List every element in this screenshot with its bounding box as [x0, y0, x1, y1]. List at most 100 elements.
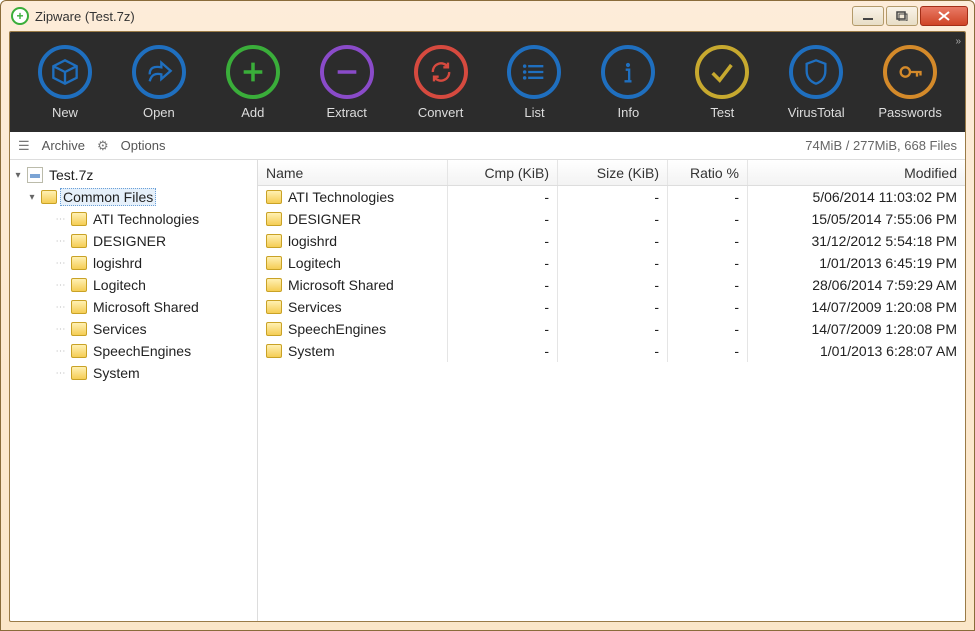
col-ratio[interactable]: Ratio % — [668, 160, 748, 185]
cell-name: Services — [288, 299, 342, 315]
tree-node-selected[interactable]: ▾ Common Files — [12, 186, 255, 208]
tree-guide: ⋯ — [54, 302, 68, 313]
virustotal-button[interactable]: VirusTotal — [771, 45, 861, 120]
add-button[interactable]: Add — [208, 45, 298, 120]
cell-size: - — [558, 340, 668, 362]
convert-button[interactable]: Convert — [396, 45, 486, 120]
minus-icon — [333, 58, 361, 86]
column-headers[interactable]: Name Cmp (KiB) Size (KiB) Ratio % Modifi… — [258, 160, 965, 186]
maximize-icon — [896, 11, 908, 21]
shield-icon — [802, 58, 830, 86]
new-button[interactable]: New — [20, 45, 110, 120]
tree-node-label: logishrd — [90, 255, 145, 271]
table-row[interactable]: DESIGNER---15/05/2014 7:55:06 PM — [258, 208, 965, 230]
tree-node-label: Common Files — [60, 188, 156, 206]
cell-ratio: - — [668, 208, 748, 230]
tree-guide: ⋯ — [54, 368, 68, 379]
test-button[interactable]: Test — [677, 45, 767, 120]
cell-cmp: - — [448, 252, 558, 274]
col-size[interactable]: Size (KiB) — [558, 160, 668, 185]
col-name[interactable]: Name — [258, 160, 448, 185]
cell-name: Microsoft Shared — [288, 277, 394, 293]
col-modified[interactable]: Modified — [748, 160, 965, 185]
file-list: Name Cmp (KiB) Size (KiB) Ratio % Modifi… — [258, 160, 965, 621]
maximize-button[interactable] — [886, 6, 918, 26]
cell-size: - — [558, 230, 668, 252]
cell-ratio: - — [668, 186, 748, 208]
passwords-button[interactable]: Passwords — [865, 45, 955, 120]
cell-modified: 14/07/2009 1:20:08 PM — [748, 318, 965, 340]
tree-root[interactable]: ▾ Test.7z — [12, 164, 255, 186]
cell-name: Logitech — [288, 255, 341, 271]
table-row[interactable]: ATI Technologies---5/06/2014 11:03:02 PM — [258, 186, 965, 208]
list-button[interactable]: List — [490, 45, 580, 120]
minimize-button[interactable] — [852, 6, 884, 26]
folder-icon — [266, 190, 282, 204]
tree-guide: ⋯ — [54, 258, 68, 269]
collapse-icon[interactable]: ▾ — [12, 170, 24, 181]
table-row[interactable]: Microsoft Shared---28/06/2014 7:59:29 AM — [258, 274, 965, 296]
open-button[interactable]: Open — [114, 45, 204, 120]
collapse-icon[interactable]: ▾ — [26, 192, 38, 203]
hamburger-icon: ☰ — [18, 138, 30, 154]
table-row[interactable]: Logitech---1/01/2013 6:45:19 PM — [258, 252, 965, 274]
cell-cmp: - — [448, 186, 558, 208]
tree-node[interactable]: ⋯Logitech — [12, 274, 255, 296]
main-toolbar: » New Open Add Extract Convert — [10, 32, 965, 132]
extract-button[interactable]: Extract — [302, 45, 392, 120]
tree-node[interactable]: ⋯DESIGNER — [12, 230, 255, 252]
tree-guide: ⋯ — [54, 236, 68, 247]
app-window: + Zipware (Test.7z) » New Open — [0, 0, 975, 631]
tree-guide: ⋯ — [54, 214, 68, 225]
key-icon — [896, 58, 924, 86]
table-row[interactable]: Services---14/07/2009 1:20:08 PM — [258, 296, 965, 318]
tree-guide: ⋯ — [54, 346, 68, 357]
toolbar-label: List — [524, 105, 544, 120]
cell-name: logishrd — [288, 233, 337, 249]
info-button[interactable]: Info — [583, 45, 673, 120]
cell-cmp: - — [448, 274, 558, 296]
folder-icon — [71, 344, 87, 358]
options-menu[interactable]: Options — [121, 138, 166, 153]
split-pane: ▾ Test.7z ▾ Common Files ⋯ATI Technologi… — [10, 160, 965, 621]
tree-node[interactable]: ⋯SpeechEngines — [12, 340, 255, 362]
gear-icon: ⚙ — [97, 138, 109, 154]
info-icon — [614, 58, 642, 86]
close-icon — [937, 10, 951, 22]
cell-name: System — [288, 343, 335, 359]
folder-icon — [71, 278, 87, 292]
folder-tree[interactable]: ▾ Test.7z ▾ Common Files ⋯ATI Technologi… — [10, 160, 258, 621]
tree-node-label: Logitech — [90, 277, 149, 293]
refresh-icon — [427, 58, 455, 86]
submenu-bar: ☰ Archive ⚙ Options 74MiB / 277MiB, 668 … — [10, 132, 965, 160]
cell-modified: 5/06/2014 11:03:02 PM — [748, 186, 965, 208]
cell-modified: 31/12/2012 5:54:18 PM — [748, 230, 965, 252]
cell-ratio: - — [668, 318, 748, 340]
check-icon — [708, 58, 736, 86]
archive-menu[interactable]: Archive — [42, 138, 85, 153]
cell-modified: 15/05/2014 7:55:06 PM — [748, 208, 965, 230]
table-row[interactable]: System---1/01/2013 6:28:07 AM — [258, 340, 965, 362]
cell-cmp: - — [448, 230, 558, 252]
toolbar-label: Test — [710, 105, 734, 120]
folder-icon — [71, 322, 87, 336]
toolbar-overflow-icon[interactable]: » — [955, 36, 959, 47]
tree-node[interactable]: ⋯ATI Technologies — [12, 208, 255, 230]
tree-node[interactable]: ⋯ logishrd — [12, 252, 255, 274]
tree-node[interactable]: ⋯System — [12, 362, 255, 384]
tree-node[interactable]: ⋯Microsoft Shared — [12, 296, 255, 318]
col-cmp[interactable]: Cmp (KiB) — [448, 160, 558, 185]
share-arrow-icon — [145, 58, 173, 86]
toolbar-label: Info — [618, 105, 640, 120]
cell-ratio: - — [668, 340, 748, 362]
file-list-body[interactable]: ATI Technologies---5/06/2014 11:03:02 PM… — [258, 186, 965, 621]
tree-node-label: Services — [90, 321, 150, 337]
cell-size: - — [558, 318, 668, 340]
close-button[interactable] — [920, 6, 968, 26]
cell-size: - — [558, 274, 668, 296]
table-row[interactable]: SpeechEngines---14/07/2009 1:20:08 PM — [258, 318, 965, 340]
cell-modified: 14/07/2009 1:20:08 PM — [748, 296, 965, 318]
tree-node[interactable]: ⋯Services — [12, 318, 255, 340]
table-row[interactable]: logishrd---31/12/2012 5:54:18 PM — [258, 230, 965, 252]
cell-name: ATI Technologies — [288, 189, 394, 205]
